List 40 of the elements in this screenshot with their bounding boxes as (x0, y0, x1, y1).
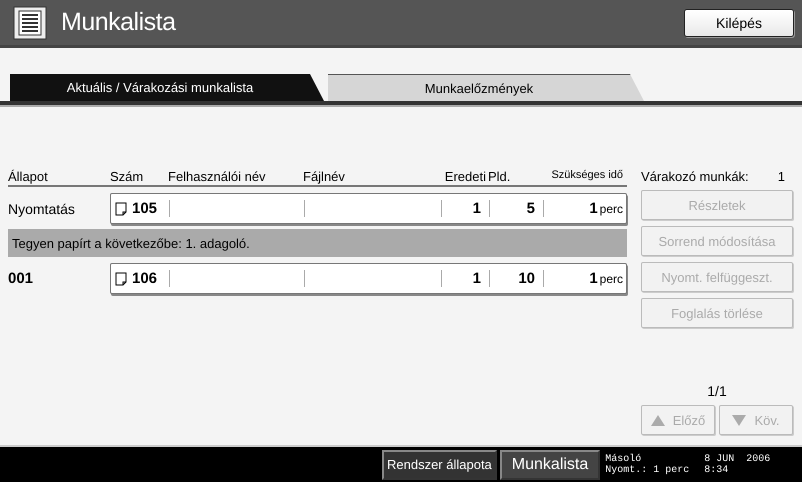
page-indicator: 1/1 (706, 383, 728, 399)
job-status: Nyomtatás (8, 200, 76, 216)
footer-button[interactable]: Munkalista (500, 450, 600, 480)
time-unit: perc (600, 272, 623, 286)
column-header: Eredeti (444, 169, 487, 184)
originals-count: 1 (472, 270, 481, 287)
originals-count: 1 (472, 200, 481, 217)
copies-count: 10 (518, 270, 535, 287)
waiting-jobs-label: Várakozó munkák: (641, 169, 749, 184)
job-status: 001 (8, 270, 34, 287)
column-header: Pld. (488, 169, 512, 184)
job-number: 105 (132, 200, 158, 217)
footer-button[interactable]: Rendszer állapota (382, 450, 497, 480)
column-header: Fájlnév (303, 169, 346, 184)
waiting-jobs-count: 1 (778, 169, 785, 184)
copies-count: 5 (526, 200, 535, 217)
list-icon (13, 6, 47, 40)
down-arrow-icon (732, 414, 746, 426)
column-header: Szükséges idő (550, 169, 624, 183)
mode-label: Másoló (605, 454, 642, 464)
job-row[interactable]: 105 1 5 1 perc (110, 193, 627, 224)
column-header: Felhasználói név (168, 169, 267, 184)
date-label: 8 JUN 2006 (704, 454, 770, 464)
job-row[interactable]: 106 1 10 1 perc (110, 263, 627, 294)
print-time: Nyomt.: 1 perc (605, 464, 690, 476)
message-bar: Tegyen papírt a következőbe: 1. adagoló. (8, 229, 627, 257)
time-value: 1 (589, 200, 598, 217)
page-icon (115, 202, 127, 216)
tab[interactable]: Aktuális / Várakozási munkalista (10, 74, 324, 101)
time-value: 1 (589, 270, 598, 287)
exit-button[interactable]: Kilépés (684, 8, 794, 36)
tab[interactable]: Munkaelőzmények (328, 74, 644, 101)
job-number: 106 (132, 270, 158, 287)
time-label: 8:34 (704, 464, 730, 476)
up-arrow-icon (650, 414, 665, 426)
column-header: Szám (110, 169, 144, 184)
column-header: Állapot (8, 169, 49, 184)
page-icon (115, 272, 127, 286)
window-title: Munkalista (61, 8, 177, 37)
time-unit: perc (600, 202, 623, 216)
